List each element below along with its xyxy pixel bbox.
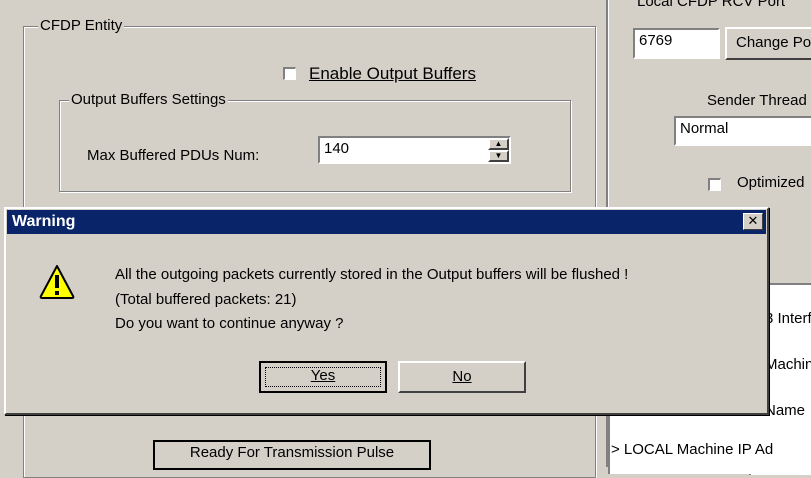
dialog-message-line3: Do you want to continue anyway ? (115, 315, 344, 332)
list-item[interactable]: > LOCAL Machine IP Ad (611, 441, 811, 458)
sender-thread-label: Sender Thread (707, 92, 807, 109)
enable-output-buffers-label[interactable]: Enable Output Buffers (309, 64, 476, 84)
max-buffered-spin-down[interactable]: ▼ (488, 150, 509, 162)
local-port-input[interactable]: 6769 (633, 28, 720, 59)
optimized-label[interactable]: Optimized (737, 174, 811, 191)
list-item[interactable]: 3 Interface (765, 310, 811, 327)
ready-for-transmission-label: Ready For Transmission Pulse (189, 444, 395, 461)
dialog-titlebar: Warning ✕ (7, 210, 766, 234)
list-item[interactable]: Machine (765, 356, 811, 373)
sender-thread-priority-value: Normal (680, 120, 729, 137)
no-label: No (452, 368, 472, 385)
ready-for-transmission-button[interactable]: Ready For Transmission Pulse (153, 440, 431, 470)
dialog-message-line2: (Total buffered packets: 21) (115, 291, 297, 308)
output-buffers-settings-title: Output Buffers Settings (69, 91, 228, 108)
change-port-label: Change Port (736, 34, 811, 51)
max-buffered-pdus-input[interactable]: 140 (318, 136, 511, 164)
max-buffered-pdus-label: Max Buffered PDUs Num: (87, 147, 260, 164)
yes-button[interactable]: Yes (259, 361, 387, 393)
close-icon: ✕ (747, 213, 759, 228)
change-port-button[interactable]: Change Port (725, 27, 811, 60)
dialog-message-line1: All the outgoing packets currently store… (115, 266, 629, 283)
warning-icon (39, 265, 75, 299)
local-port-value: 6769 (639, 32, 673, 49)
max-buffered-spin-up[interactable]: ▲ (488, 138, 509, 150)
close-button[interactable]: ✕ (743, 213, 763, 230)
max-buffered-pdus-value: 140 (324, 140, 350, 157)
cfdp-entity-title: CFDP Entity (38, 17, 125, 34)
no-button[interactable]: No (398, 361, 526, 393)
sender-thread-priority-select[interactable]: Normal (674, 116, 811, 146)
dialog-title: Warning (12, 213, 76, 230)
optimized-checkbox[interactable] (708, 178, 721, 191)
list-item[interactable]: Name (765, 402, 811, 419)
local-port-label: Local CFDP RCV Port (637, 0, 786, 10)
warning-dialog: Warning ✕ All the outgoing packets curre… (4, 207, 769, 415)
enable-output-buffers-checkbox[interactable] (283, 67, 296, 80)
yes-label: Yes (310, 367, 336, 384)
